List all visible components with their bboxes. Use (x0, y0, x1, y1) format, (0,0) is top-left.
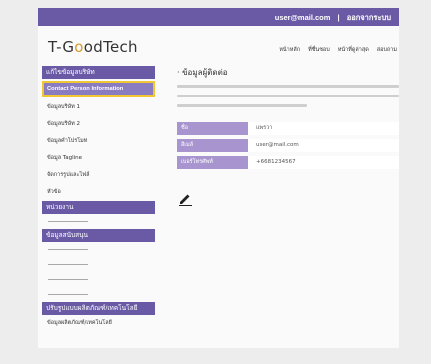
sidebar-item-products[interactable]: ข้อมูลผลิตภัณฑ์/เทคโนโลยี (42, 315, 155, 332)
sidebar-placeholder-item[interactable] (42, 214, 155, 229)
sidebar-item-media[interactable]: จัดการรูปและไฟล์ (42, 167, 155, 184)
sidebar-section-departments: หน่วยงาน (42, 201, 155, 214)
field-value: +6681234567 (248, 155, 399, 169)
sidebar-section-products: ปรับรูปแบบผลิตภัณฑ์/เทคโนโลยี (42, 302, 155, 315)
logo-suffix: dTech (93, 38, 138, 56)
sidebar-item-company-1[interactable]: ข้อมูลบริษัท 1 (42, 99, 155, 116)
page-title: · ข้อมูลผู้ติดต่อ (177, 68, 228, 77)
sidebar-section-support: ข้อมูลสนับสนุน (42, 229, 155, 242)
field-phone: เบอร์โทรศัพท์ +6681234567 (177, 155, 399, 169)
field-label: เบอร์โทรศัพท์ (177, 155, 248, 169)
brand-logo[interactable]: T-GoodTech (48, 38, 138, 56)
field-value: user@mail.com (248, 138, 399, 152)
top-nav: หน้าหลัก ที่ชื่นชอบ หน้าที่ดูล่าสุด สอบถ… (279, 46, 397, 54)
placeholder-line (177, 94, 399, 97)
sidebar-item-contact-person[interactable]: Contact Person Information (42, 81, 155, 97)
logo-o2: o (83, 38, 94, 56)
pencil-icon[interactable] (178, 192, 192, 206)
field-name: ชื่อ แพรวา (177, 121, 399, 135)
nav-home[interactable]: หน้าหลัก (279, 46, 300, 54)
placeholder-line (177, 85, 399, 88)
sidebar-item-topics[interactable]: หัวข้อ (42, 184, 155, 201)
placeholder-line (177, 104, 307, 107)
logout-link[interactable]: ออกจากระบบ (347, 13, 391, 22)
sidebar-item-label: Contact Person Information (47, 86, 124, 92)
main-panel: T-GoodTech หน้าหลัก ที่ชื่นชอบ หน้าที่ดู… (38, 26, 399, 348)
logo-o1: o (74, 38, 84, 56)
sidebar-item-company-2[interactable]: ข้อมูลบริษัท 2 (42, 116, 155, 133)
sidebar: แก้ไขข้อมูลบริษัท Contact Person Informa… (42, 66, 155, 332)
contact-content: · ข้อมูลผู้ติดต่อ ชื่อ แพรวา อีเมล์ user… (177, 66, 399, 206)
sidebar-item-tagline[interactable]: ข้อมูล Tagline (42, 150, 155, 167)
field-label: อีเมล์ (177, 138, 248, 152)
header-separator: | (337, 13, 340, 22)
sidebar-placeholder-item[interactable] (42, 287, 155, 302)
sidebar-section-company: แก้ไขข้อมูลบริษัท (42, 66, 155, 79)
field-email: อีเมล์ user@mail.com (177, 138, 399, 152)
nav-recent[interactable]: หน้าที่ดูล่าสุด (338, 46, 369, 54)
sidebar-placeholder-item[interactable] (42, 257, 155, 272)
field-label: ชื่อ (177, 121, 248, 135)
nav-favorites[interactable]: ที่ชื่นชอบ (308, 46, 330, 54)
sidebar-item-promo[interactable]: ข้อมูลคำโปรโมท (42, 133, 155, 150)
user-info: user@mail.com | ออกจากระบบ (275, 12, 391, 24)
user-email[interactable]: user@mail.com (275, 13, 331, 22)
top-bar: user@mail.com | ออกจากระบบ (38, 8, 399, 26)
sidebar-placeholder-item[interactable] (42, 242, 155, 257)
sidebar-placeholder-item[interactable] (42, 272, 155, 287)
logo-prefix: T-G (48, 38, 75, 56)
field-value: แพรวา (248, 121, 399, 135)
nav-inquiry[interactable]: สอบถาม (377, 46, 397, 54)
